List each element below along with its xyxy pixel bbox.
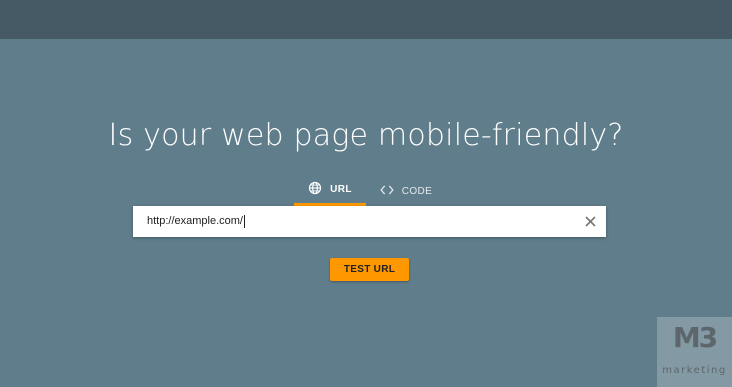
watermark-logo: M3 marketing bbox=[657, 317, 732, 387]
page-headline: Is your web page mobile-friendly? bbox=[108, 118, 624, 153]
watermark-logo-text: M3 bbox=[672, 321, 718, 354]
clear-input-button[interactable] bbox=[583, 214, 598, 229]
tab-url-label: URL bbox=[330, 184, 352, 195]
tab-url[interactable]: URL bbox=[294, 179, 366, 206]
url-input-value[interactable]: http://example.com/ bbox=[147, 215, 243, 227]
watermark-subtitle: marketing bbox=[662, 365, 727, 376]
url-input-field[interactable]: http://example.com/ bbox=[133, 206, 606, 237]
text-caret bbox=[244, 214, 245, 228]
tab-code[interactable]: CODE bbox=[366, 179, 446, 206]
globe-icon bbox=[308, 181, 330, 198]
close-icon bbox=[583, 216, 598, 233]
code-icon bbox=[380, 184, 402, 199]
top-app-bar bbox=[0, 0, 732, 39]
test-url-button[interactable]: TEST URL bbox=[330, 258, 409, 281]
input-mode-tabs: URL CODE bbox=[294, 179, 446, 206]
tab-code-label: CODE bbox=[401, 185, 433, 197]
